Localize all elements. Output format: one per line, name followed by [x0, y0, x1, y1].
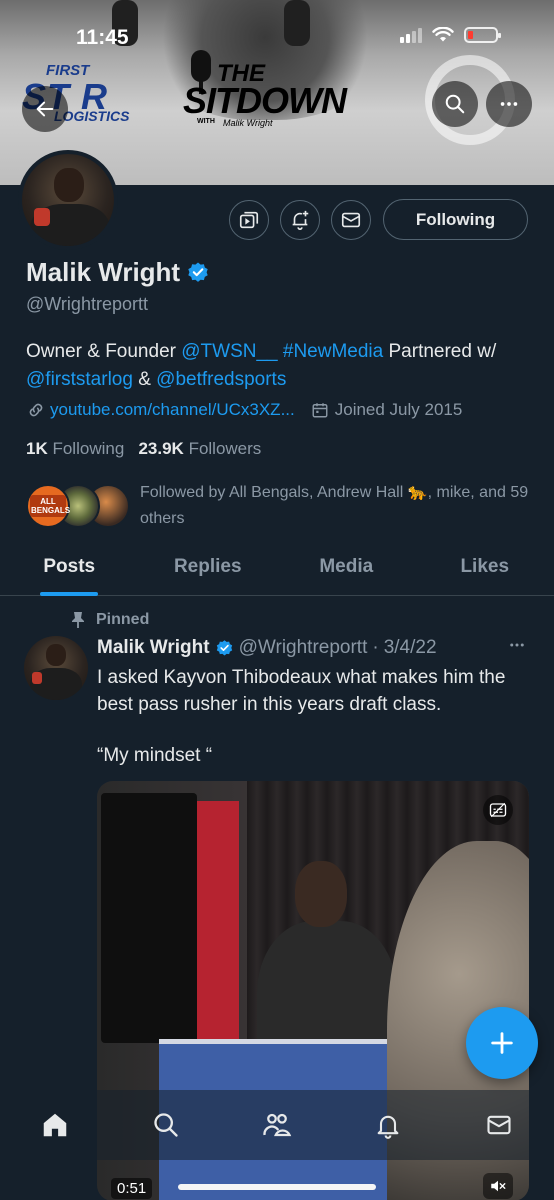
video-duration: 0:51	[111, 1178, 153, 1199]
following-label: Following	[52, 439, 125, 458]
link-icon	[29, 403, 43, 417]
logo-sitdown-text: SITDOWN	[183, 80, 347, 121]
post-separator: ·	[372, 637, 379, 658]
followers-label: Followers	[188, 439, 262, 458]
search-button[interactable]	[432, 81, 478, 127]
pin-icon	[72, 612, 84, 628]
tab-label: Replies	[173, 556, 242, 577]
pinned-label: Pinned	[96, 611, 150, 628]
profile-bio: Owner & Founder @TWSN__ #NewMedia Partne…	[26, 338, 526, 394]
post-author-handle[interactable]: @Wrightreportt	[239, 637, 368, 659]
follower-avatar-1: ALL BENGALS	[26, 484, 70, 528]
the-sitdown-logo: THE SITDOWN WITH Malik Wright	[183, 50, 373, 136]
post-quote: “My mindset “	[97, 745, 213, 766]
banner-headphone-right	[284, 0, 310, 46]
home-icon	[44, 1113, 67, 1137]
post-more-button[interactable]	[508, 636, 526, 660]
tab-replies[interactable]: Replies	[139, 544, 278, 595]
active-tab-indicator	[40, 592, 99, 596]
bio-hashtag-newmedia[interactable]: #NewMedia	[283, 341, 383, 362]
pinned-indicator: Pinned	[70, 611, 149, 629]
status-icons	[400, 27, 501, 43]
mail-icon	[487, 1115, 511, 1135]
profile-joined-date: Joined July 2015	[334, 400, 463, 419]
message-button[interactable]	[331, 200, 371, 240]
status-time: 11:45	[76, 26, 129, 49]
post-author-name[interactable]: Malik Wright	[97, 637, 210, 659]
bio-mention-betfredsports[interactable]: @betfredsports	[156, 369, 286, 390]
more-horizontal-icon	[500, 102, 518, 106]
more-options-button[interactable]	[486, 81, 532, 127]
captions-button[interactable]	[483, 795, 513, 825]
tab-label: Media	[319, 556, 374, 577]
post-date[interactable]: 3/4/22	[384, 637, 437, 659]
plus-icon	[491, 1032, 513, 1054]
profile-link[interactable]: youtube.com/channel/UCx3XZ...	[50, 400, 295, 420]
bell-icon	[377, 1115, 399, 1139]
tab-label: Likes	[460, 556, 510, 577]
search-icon	[445, 94, 465, 114]
followed-by-avatars: ALL BENGALS	[26, 484, 136, 528]
following-stat[interactable]: 1K Following	[26, 439, 124, 458]
profile-tabs: Posts Replies Media Likes	[0, 544, 554, 596]
nav-search[interactable]	[136, 1095, 196, 1155]
bio-mention-firststarlog[interactable]: @firststarlog	[26, 369, 133, 390]
bio-text: Owner & Founder	[26, 341, 182, 362]
bio-text: &	[132, 369, 157, 390]
profile-name: Malik Wright	[26, 257, 181, 287]
cellular-signal-icon	[400, 27, 422, 43]
profile-stats: 1K Following 23.9K Followers	[26, 439, 261, 459]
all-bengals-badge: ALL BENGALS	[30, 495, 71, 517]
logo-signature-text: Malik Wright	[223, 118, 273, 128]
mute-button[interactable]	[483, 1173, 513, 1199]
captions-icon	[489, 802, 507, 818]
followed-by-text: Followed by All Bengals, Andrew Hall 🐆, …	[140, 484, 529, 527]
microphone-icon	[191, 50, 211, 94]
wifi-icon	[432, 27, 454, 42]
notify-button[interactable]	[280, 200, 320, 240]
logo-with-text: WITH	[197, 118, 215, 125]
profile-handle: @Wrightreportt	[26, 294, 148, 314]
nav-messages[interactable]	[469, 1095, 529, 1155]
verified-badge-icon	[216, 639, 232, 656]
post-header: Malik Wright @Wrightreportt · 3/4/22	[97, 637, 437, 659]
subscriptions-button[interactable]	[229, 200, 269, 240]
verified-badge-icon	[188, 262, 208, 282]
following-button[interactable]: Following	[383, 199, 528, 240]
followers-count: 23.9K	[138, 439, 184, 458]
bell-plus-icon	[292, 210, 309, 230]
following-count: 1K	[26, 439, 48, 458]
post-author-avatar[interactable]	[24, 636, 88, 700]
bottom-navigation	[0, 1090, 554, 1160]
followers-stat[interactable]: 23.9K Followers	[138, 439, 261, 458]
home-indicator[interactable]	[178, 1184, 376, 1190]
people-icon	[263, 1113, 292, 1137]
post-text: I asked Kayvon Thibodeaux what makes him…	[97, 667, 506, 715]
subscriptions-icon	[239, 211, 259, 229]
profile-avatar[interactable]	[18, 150, 118, 250]
arrow-left-icon	[36, 101, 54, 117]
battery-icon	[464, 27, 501, 43]
bio-text: Partnered w/	[383, 341, 497, 362]
tab-media[interactable]: Media	[277, 544, 416, 595]
compose-post-button[interactable]	[466, 1007, 538, 1079]
more-horizontal-icon	[510, 643, 524, 647]
tab-posts[interactable]: Posts	[0, 544, 139, 596]
bio-mention-twsn[interactable]: @TWSN__	[181, 341, 277, 362]
search-icon	[154, 1113, 178, 1137]
calendar-icon	[312, 403, 328, 418]
nav-home[interactable]	[25, 1095, 85, 1155]
video-speaker	[101, 793, 197, 1043]
profile-name-row: Malik Wright	[26, 257, 210, 288]
tab-label: Posts	[43, 556, 96, 577]
tab-likes[interactable]: Likes	[416, 544, 554, 595]
speaker-muted-icon	[491, 1180, 506, 1192]
nav-communities[interactable]	[247, 1095, 307, 1155]
profile-meta-row: youtube.com/channel/UCx3XZ... Joined Jul…	[26, 400, 462, 420]
nav-notifications[interactable]	[358, 1095, 418, 1155]
back-button[interactable]	[22, 86, 68, 132]
mail-icon	[341, 212, 361, 228]
